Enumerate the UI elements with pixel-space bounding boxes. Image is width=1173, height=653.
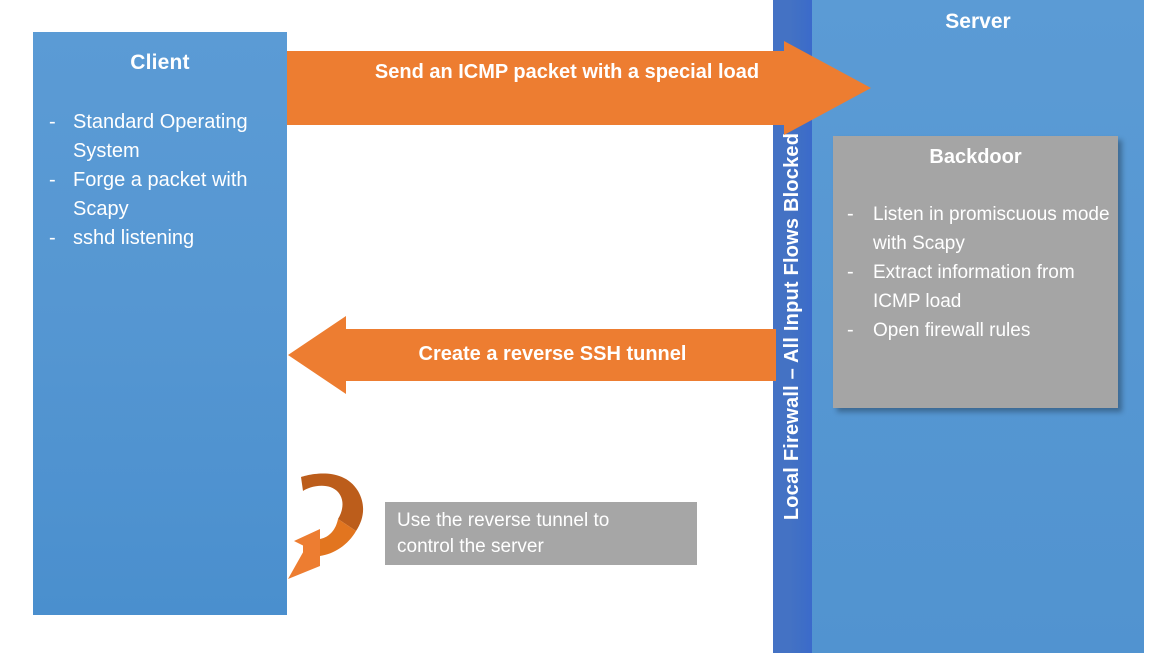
reverse-ssh-arrow [288,316,776,394]
client-bullet-text: sshd listening [73,227,195,249]
backdoor-bullet-item: - Listen in promiscuous mode with Scapy [841,200,1118,258]
bullet-dash-icon: - [847,319,854,341]
client-bullet-item: - Standard Operating System [43,108,287,166]
send-icmp-arrow [287,41,871,136]
reverse-tunnel-caption-box: Use the reverse tunnel to control the se… [385,502,697,565]
client-bullet-item: - sshd listening [43,224,287,253]
backdoor-bullet-text: Listen in promiscuous mode with Scapy [873,204,1110,254]
right-block-arrow-icon [287,41,871,135]
caption-line-1: Use the reverse tunnel to [397,510,610,531]
backdoor-box-title: Backdoor [929,146,1022,168]
client-bullet-list: - Standard Operating System - Forge a pa… [43,108,287,253]
caption-line-2: control the server [397,536,544,557]
backdoor-bullet-text: Extract information from ICMP load [873,262,1075,312]
backdoor-bullet-item: - Extract information from ICMP load [841,258,1118,316]
client-bullet-text: Standard Operating System [73,111,248,162]
backdoor-bullet-text: Open firewall rules [873,320,1031,341]
bullet-dash-icon: - [49,227,56,249]
client-bullet-item: - Forge a packet with Scapy [43,166,287,224]
left-block-arrow-icon [288,316,776,394]
client-bullet-text: Forge a packet with Scapy [73,169,248,220]
server-panel-title: Server [945,10,1011,33]
control-server-loop-arrow [286,461,371,588]
backdoor-bullet-item: - Open firewall rules [841,316,1118,345]
diagram-canvas: Client - Standard Operating System - For… [0,0,1173,653]
bullet-dash-icon: - [847,261,854,283]
backdoor-bullet-list: - Listen in promiscuous mode with Scapy … [841,200,1118,345]
bullet-dash-icon: - [49,111,56,133]
circular-arrow-icon [288,473,364,579]
bullet-dash-icon: - [847,203,854,225]
client-panel-title: Client [130,51,190,74]
backdoor-box: Backdoor - Listen in promiscuous mode wi… [833,136,1118,408]
bullet-dash-icon: - [49,169,56,191]
client-panel: Client - Standard Operating System - For… [33,32,287,615]
